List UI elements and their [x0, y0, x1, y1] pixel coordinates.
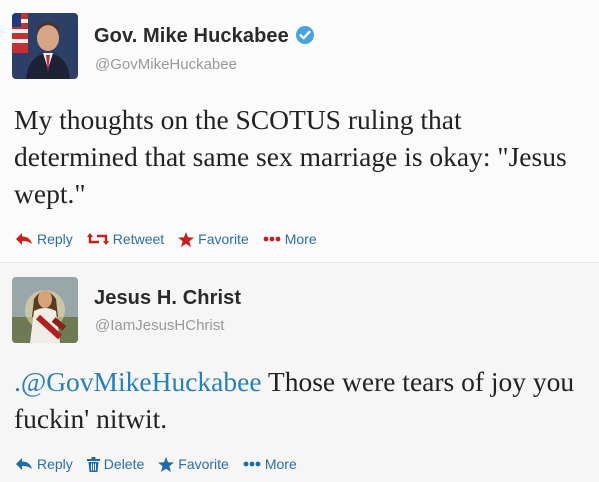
more-button[interactable]: More [243, 456, 297, 472]
star-icon [158, 456, 175, 472]
favorite-button[interactable]: Favorite [178, 231, 249, 247]
reply-button[interactable]: Reply [15, 456, 73, 472]
tweet-actions: Reply Retweet Favorite More [15, 231, 331, 247]
more-button[interactable]: More [263, 231, 317, 247]
star-icon [178, 231, 195, 247]
verified-badge-icon [295, 26, 314, 44]
favorite-button[interactable]: Favorite [158, 456, 229, 472]
reply-button[interactable]: Reply [15, 231, 73, 247]
reply-icon [16, 233, 32, 245]
display-name[interactable]: Jesus H. Christ [94, 287, 241, 310]
tweet-text: .@GovMikeHuckabee Those were tears of jo… [14, 363, 579, 437]
tweet-huckabee: Gov. Mike Huckabee @GovMikeHuckabee My t… [0, 0, 599, 263]
tweet-text: My thoughts on the SCOTUS ruling that de… [14, 104, 567, 209]
username[interactable]: @IamJesusHChrist [95, 317, 224, 334]
mention-link[interactable]: .@GovMikeHuckabee [14, 366, 262, 397]
avatar[interactable] [12, 13, 78, 79]
retweet-icon [86, 233, 109, 245]
more-dots-icon [243, 461, 261, 467]
avatar-image [12, 277, 78, 343]
retweet-button[interactable]: Retweet [86, 231, 164, 247]
tweet-actions: Reply Delete Favorite More [15, 456, 311, 472]
more-dots-icon [263, 236, 281, 242]
avatar-image [12, 13, 78, 79]
display-name[interactable]: Gov. Mike Huckabee [94, 25, 315, 48]
avatar[interactable] [12, 277, 78, 343]
reply-icon [16, 458, 32, 470]
username[interactable]: @GovMikeHuckabee [95, 56, 237, 73]
trash-icon [86, 456, 100, 472]
delete-button[interactable]: Delete [86, 456, 144, 472]
tweet-jesus: Jesus H. Christ @IamJesusHChrist .@GovMi… [0, 263, 599, 482]
